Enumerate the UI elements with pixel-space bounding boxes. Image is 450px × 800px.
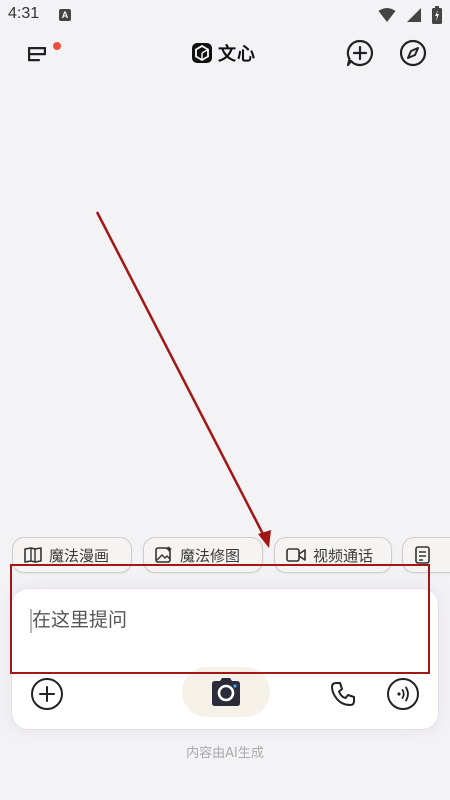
chip-label: 魔法修图 [180, 546, 241, 565]
chip-document[interactable] [402, 537, 450, 573]
status-icons [378, 6, 442, 24]
phone-icon [331, 682, 355, 706]
status-a-indicator: A [59, 9, 71, 21]
voice-wave-icon [387, 678, 419, 710]
chip-label: 魔法漫画 [49, 546, 110, 565]
status-bar: 4:31 A [0, 0, 450, 32]
chip-video-call[interactable]: 视频通话 [274, 537, 392, 573]
comic-book-icon [24, 547, 42, 563]
menu-list-icon [28, 42, 61, 62]
app-header: 文心 [0, 32, 450, 76]
composer-card: 在这里提问 [12, 589, 438, 729]
document-icon [415, 546, 430, 564]
plus-circle-icon [31, 678, 63, 710]
signal-icon [407, 8, 421, 22]
ai-disclaimer: 内容由AI生成 [186, 746, 264, 761]
camera-icon [212, 678, 240, 706]
compass-icon [399, 39, 427, 67]
chip-label: 视频通话 [313, 546, 374, 565]
menu-button[interactable] [24, 38, 64, 70]
video-camera-icon [286, 548, 306, 562]
chip-magic-comic[interactable]: 魔法漫画 [12, 537, 132, 573]
camera-button[interactable] [182, 667, 270, 717]
text-caret [30, 609, 32, 633]
image-edit-icon [155, 546, 172, 563]
brand: 文心 [192, 40, 256, 66]
status-time: 4:31 [8, 5, 40, 22]
add-attachment-button[interactable] [30, 677, 64, 711]
discover-button[interactable] [398, 38, 428, 68]
battery-icon [432, 6, 442, 24]
voice-input-button[interactable] [386, 677, 420, 711]
question-input[interactable]: 在这里提问 [30, 605, 412, 641]
new-chat-button[interactable] [345, 38, 375, 68]
question-input-placeholder: 在这里提问 [32, 609, 128, 631]
chip-magic-retouch[interactable]: 魔法修图 [143, 537, 263, 573]
brand-logo-icon [192, 43, 212, 63]
voice-call-button[interactable] [328, 679, 358, 709]
notification-dot [53, 42, 61, 50]
wifi-icon [378, 8, 396, 22]
app-title: 文心 [218, 44, 256, 65]
quick-chips: 魔法漫画 魔法修图 视频通话 [12, 537, 450, 577]
chat-plus-icon [346, 39, 374, 67]
